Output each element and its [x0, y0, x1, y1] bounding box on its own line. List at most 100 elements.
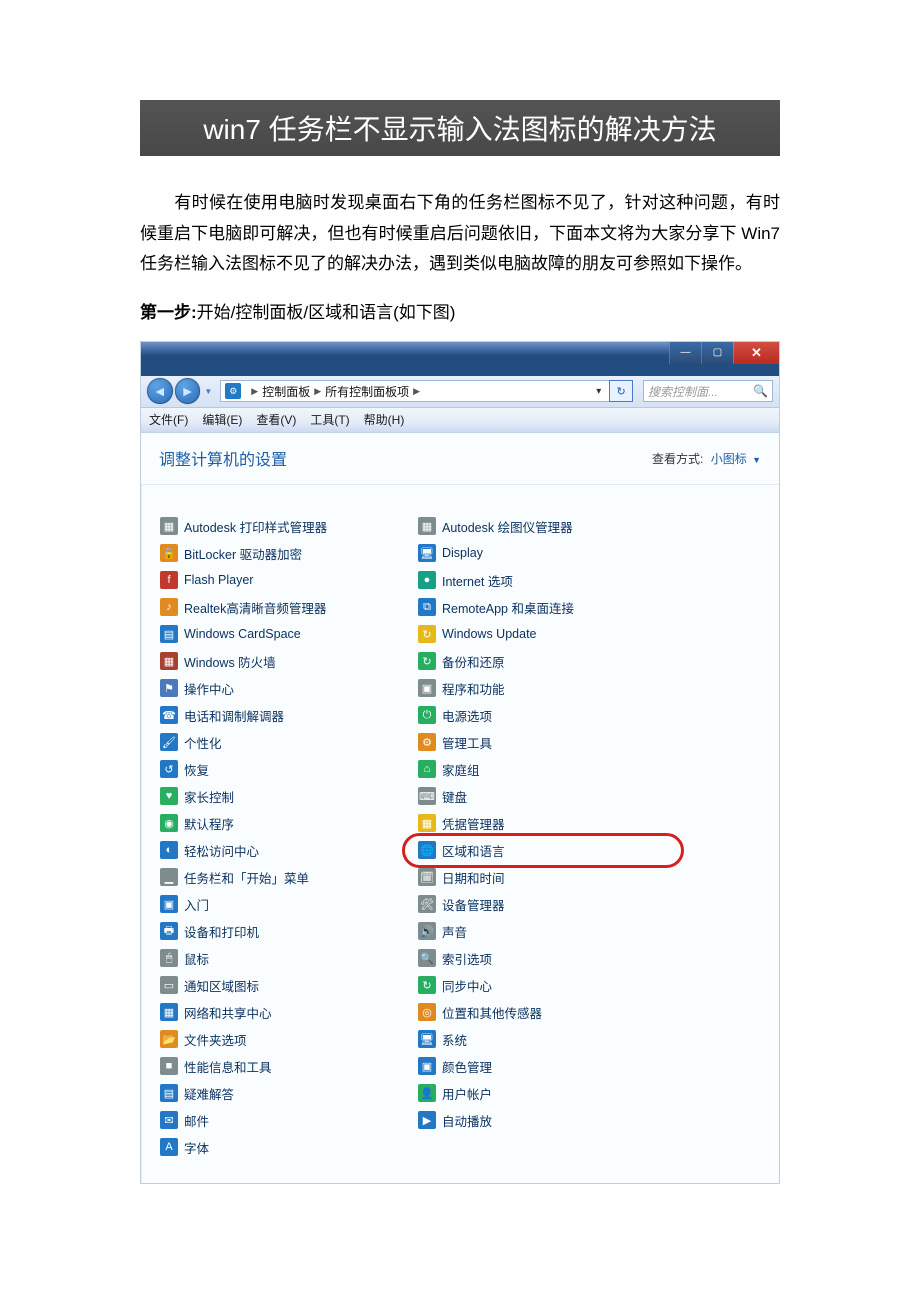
cp-item-homegroup[interactable]: ⌂家庭组: [416, 756, 674, 783]
network-label: 网络和共享中心: [184, 1003, 272, 1022]
view-by-value[interactable]: 小图标: [711, 452, 747, 466]
cp-item-bitlocker[interactable]: 🔒BitLocker 驱动器加密: [158, 540, 416, 567]
address-field[interactable]: ⚙ ▶ 控制面板 ▶ 所有控制面板项 ▶ ▾: [220, 380, 610, 402]
flash-icon: f: [160, 571, 178, 589]
recovery-icon: ↺: [160, 760, 178, 778]
cp-item-region-lang[interactable]: 🌐区域和语言: [416, 837, 674, 864]
cp-item-programs[interactable]: ▣程序和功能: [416, 675, 674, 702]
personalization-label: 个性化: [184, 733, 222, 752]
chevron-right-icon: ▶: [314, 386, 321, 397]
address-dropdown[interactable]: ▾: [592, 386, 605, 397]
cp-item-notif-icons[interactable]: ▭通知区域图标: [158, 972, 416, 999]
internet-options-icon: ●: [418, 571, 436, 589]
arrow-left-icon: ◄: [153, 383, 167, 399]
devices-label: 设备和打印机: [184, 922, 259, 941]
cp-item-autoplay[interactable]: ▶自动播放: [416, 1107, 674, 1134]
cp-item-getting-started[interactable]: ▣入门: [158, 891, 416, 918]
color-mgmt-icon: ▣: [418, 1057, 436, 1075]
refresh-button[interactable]: ↻: [609, 380, 633, 402]
cp-item-win-update[interactable]: ↻Windows Update: [416, 621, 674, 648]
cp-item-easy-access[interactable]: ◐轻松访问中心: [158, 837, 416, 864]
menu-edit[interactable]: 编辑(E): [202, 411, 242, 428]
power-icon: ⏻: [418, 706, 436, 724]
cp-item-color-mgmt[interactable]: ▣颜色管理: [416, 1053, 674, 1080]
cp-item-recovery[interactable]: ↺恢复: [158, 756, 416, 783]
control-panel-window: — ▢ ✕ ◄ ► ▼ ⚙ ▶ 控制面板 ▶ 所有控制面板项 ▶ ▾ ↻ 搜索控…: [140, 341, 780, 1184]
cp-item-mouse[interactable]: 🖱鼠标: [158, 945, 416, 972]
history-dropdown-icon[interactable]: ▼: [204, 387, 216, 396]
cp-item-sync-center[interactable]: ↻同步中心: [416, 972, 674, 999]
sync-center-icon: ↻: [418, 976, 436, 994]
crumb-1[interactable]: 控制面板: [262, 383, 310, 400]
content-header: 调整计算机的设置 查看方式: 小图标 ▼: [141, 433, 779, 485]
cp-item-phone-modem[interactable]: ☎电话和调制解调器: [158, 702, 416, 729]
cp-item-realtek[interactable]: ♪Realtek高清晰音频管理器: [158, 594, 416, 621]
cp-item-mail[interactable]: ✉邮件: [158, 1107, 416, 1134]
cp-item-keyboard[interactable]: ⌨键盘: [416, 783, 674, 810]
menu-file[interactable]: 文件(F): [149, 411, 188, 428]
cp-item-default-prog[interactable]: ◉默认程序: [158, 810, 416, 837]
cp-item-power[interactable]: ⏻电源选项: [416, 702, 674, 729]
region-lang-icon: 🌐: [418, 841, 436, 859]
firewall-label: Windows 防火墙: [184, 652, 276, 671]
cp-item-cardspace[interactable]: ▤Windows CardSpace: [158, 621, 416, 648]
items-grid: ▦Autodesk 打印样式管理器▦Autodesk 绘图仪管理器🔒BitLoc…: [141, 485, 779, 1183]
cp-item-remoteapp[interactable]: ⧉RemoteApp 和桌面连接: [416, 594, 674, 621]
autodesk-plot-icon: ▦: [418, 517, 436, 535]
cp-item-system[interactable]: 🖥系统: [416, 1026, 674, 1053]
autoplay-label: 自动播放: [442, 1111, 492, 1130]
cp-item-action-center[interactable]: ⚑操作中心: [158, 675, 416, 702]
menu-view[interactable]: 查看(V): [256, 411, 296, 428]
cp-item-internet-options[interactable]: ● Internet 选项: [416, 567, 674, 594]
autodesk-print-icon: ▦: [160, 517, 178, 535]
chevron-down-icon[interactable]: ▼: [752, 455, 761, 465]
chevron-right-icon: ▶: [413, 386, 420, 397]
maximize-button[interactable]: ▢: [701, 342, 733, 364]
cp-item-backup[interactable]: ↻备份和还原: [416, 648, 674, 675]
cp-item-parental[interactable]: ♥家长控制: [158, 783, 416, 810]
cp-item-sound[interactable]: 🔊声音: [416, 918, 674, 945]
cp-item-personalization[interactable]: 🖌个性化: [158, 729, 416, 756]
system-icon: 🖥: [418, 1030, 436, 1048]
content-title: 调整计算机的设置: [159, 446, 287, 470]
crumb-2[interactable]: 所有控制面板项: [325, 383, 409, 400]
bitlocker-label: BitLocker 驱动器加密: [184, 544, 302, 563]
menu-tools[interactable]: 工具(T): [310, 411, 349, 428]
cp-item-location[interactable]: ◎ 位置和其他传感器: [416, 999, 674, 1026]
cp-item-device-mgr[interactable]: 🛠设备管理器: [416, 891, 674, 918]
cp-item-user-accounts[interactable]: 👤用户帐户: [416, 1080, 674, 1107]
cp-item-perf-info[interactable]: ■性能信息和工具: [158, 1053, 416, 1080]
cp-item-autodesk-plot[interactable]: ▦Autodesk 绘图仪管理器: [416, 513, 674, 540]
location-icon: ◎: [418, 1003, 436, 1021]
cp-item-date-time[interactable]: 🗓日期和时间: [416, 864, 674, 891]
back-button[interactable]: ◄: [147, 378, 173, 404]
cp-item-taskbar[interactable]: ▁任务栏和「开始」菜单: [158, 864, 416, 891]
cp-item-indexing[interactable]: 🔍索引选项: [416, 945, 674, 972]
menu-help[interactable]: 帮助(H): [364, 411, 405, 428]
cp-item-admin-tools[interactable]: ⚙管理工具: [416, 729, 674, 756]
forward-button[interactable]: ►: [175, 378, 201, 404]
getting-started-label: 入门: [184, 895, 209, 914]
default-prog-label: 默认程序: [184, 814, 234, 833]
mouse-label: 鼠标: [184, 949, 209, 968]
internet-options-label: Internet 选项: [442, 571, 513, 590]
step-1: 第一步:开始/控制面板/区域和语言(如下图): [140, 298, 780, 323]
close-button[interactable]: ✕: [733, 342, 779, 364]
admin-tools-label: 管理工具: [442, 733, 492, 752]
cp-item-devices[interactable]: 🖶设备和打印机: [158, 918, 416, 945]
cp-item-network[interactable]: ▦网络和共享中心: [158, 999, 416, 1026]
search-input[interactable]: 搜索控制面... 🔍: [643, 380, 773, 402]
realtek-icon: ♪: [160, 598, 178, 616]
cp-item-folder-opts[interactable]: 📂文件夹选项: [158, 1026, 416, 1053]
remoteapp-label: RemoteApp 和桌面连接: [442, 598, 574, 617]
cp-item-display[interactable]: 🖥Display: [416, 540, 674, 567]
cp-item-firewall[interactable]: ▦Windows 防火墙: [158, 648, 416, 675]
taskbar-label: 任务栏和「开始」菜单: [184, 868, 309, 887]
cp-item-fonts[interactable]: A字体: [158, 1134, 416, 1161]
cp-item-flash[interactable]: fFlash Player: [158, 567, 416, 594]
cp-item-autodesk-print[interactable]: ▦Autodesk 打印样式管理器: [158, 513, 416, 540]
refresh-icon: ↻: [617, 385, 626, 398]
minimize-button[interactable]: —: [669, 342, 701, 364]
location-label: 位置和其他传感器: [442, 1003, 542, 1022]
cp-item-troubleshoot[interactable]: ▤疑难解答: [158, 1080, 416, 1107]
